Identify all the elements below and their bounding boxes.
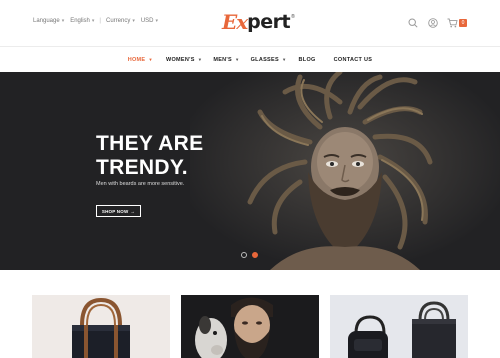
- slider-pagination: [241, 252, 258, 258]
- chevron-down-icon: ▾: [91, 18, 95, 24]
- man-with-dog-image: [181, 295, 319, 358]
- slider-dot-active[interactable]: [252, 252, 258, 258]
- currency-label: Currency: [105, 18, 131, 24]
- hero-image: [190, 72, 500, 270]
- cart-icon: [447, 17, 458, 28]
- nav-item-womens[interactable]: WOMEN'S ▾: [166, 57, 201, 63]
- product-card-backpacks[interactable]: [330, 295, 468, 358]
- product-card-bag[interactable]: [32, 295, 170, 358]
- cart-count-badge: 0: [459, 18, 467, 27]
- logo-text: pert: [247, 11, 291, 33]
- divider: |: [99, 18, 101, 24]
- language-label: Language: [33, 18, 60, 24]
- nav-item-contact-us[interactable]: CONTACT US: [334, 57, 373, 63]
- user-icon[interactable]: [427, 17, 438, 28]
- language-value: English: [70, 18, 90, 24]
- nav-item-label: MEN'S: [213, 56, 233, 63]
- arrow-right-icon: →: [130, 208, 136, 214]
- registered-mark: ®: [291, 14, 295, 20]
- hero-subtitle: Men with beards are more sensitive.: [96, 181, 185, 187]
- top-bar: Language ▾ English ▾ | Currency ▾ USD ▾ …: [0, 0, 500, 46]
- nav-item-blog[interactable]: BLOG: [299, 57, 316, 63]
- chevron-down-icon: ▾: [149, 56, 152, 62]
- header-actions: 0: [407, 17, 467, 28]
- bag-image: [72, 297, 130, 358]
- chevron-down-icon: ▾: [282, 56, 286, 62]
- product-card-man-dog[interactable]: [181, 295, 319, 358]
- cart-button[interactable]: 0: [447, 17, 467, 28]
- site-logo[interactable]: Ex pert ®: [222, 9, 295, 35]
- nav-item-label: CONTACT US: [333, 56, 373, 63]
- search-icon[interactable]: [407, 17, 418, 28]
- nav-item-label: GLASSES: [250, 56, 279, 63]
- chevron-down-icon: ▾: [198, 56, 202, 62]
- chevron-down-icon: ▾: [132, 18, 135, 24]
- locale-selectors: Language ▾ English ▾ | Currency ▾ USD ▾: [33, 18, 158, 24]
- chevron-down-icon: ▾: [155, 18, 159, 24]
- main-nav: HOME ▾ WOMEN'S ▾ MEN'S ▾ GLASSES ▾ BLOG …: [0, 47, 500, 72]
- nav-item-mens[interactable]: MEN'S ▾: [213, 57, 238, 63]
- hero-title: THEY ARE TRENDY.: [96, 132, 204, 179]
- language-selector[interactable]: Language ▾ English ▾: [33, 18, 94, 24]
- nav-item-label: WOMEN'S: [165, 56, 195, 63]
- chevron-down-icon: ▾: [61, 18, 65, 24]
- shop-now-label: SHOP NOW: [101, 208, 129, 214]
- currency-selector[interactable]: Currency ▾ USD ▾: [106, 18, 158, 24]
- hero-slider: THEY ARE TRENDY. Men with beards are mor…: [0, 72, 500, 270]
- nav-item-label: HOME: [127, 56, 146, 63]
- shop-now-button[interactable]: SHOP NOW →: [96, 205, 141, 217]
- nav-item-home[interactable]: HOME ▾: [128, 57, 152, 63]
- currency-value: USD: [140, 18, 154, 24]
- nav-item-glasses[interactable]: GLASSES ▾: [251, 57, 286, 63]
- chevron-down-icon: ▾: [236, 56, 239, 62]
- nav-item-label: BLOG: [298, 56, 316, 63]
- backpacks-image: [348, 301, 456, 358]
- slider-dot[interactable]: [241, 252, 247, 258]
- featured-cards: [0, 270, 500, 358]
- logo-mark: Ex: [222, 10, 248, 34]
